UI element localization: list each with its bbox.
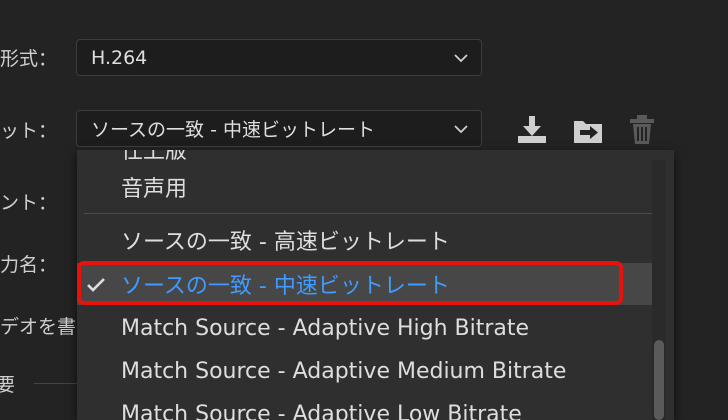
- summary-label: 要: [0, 370, 15, 397]
- dropdown-item[interactable]: Match Source - Adaptive Low Bitrate: [77, 393, 652, 420]
- dropdown-item[interactable]: Match Source - Adaptive High Bitrate: [77, 307, 652, 349]
- comment-label: ント：: [0, 188, 57, 215]
- format-select[interactable]: H.264: [76, 39, 482, 76]
- dropdown-item-label: Match Source - Adaptive Low Bitrate: [121, 402, 522, 420]
- dropdown-item-label: Match Source - Adaptive High Bitrate: [121, 316, 529, 341]
- dropdown-item-label: Match Source - Adaptive Medium Bitrate: [121, 359, 566, 384]
- delete-preset-icon[interactable]: [625, 112, 659, 146]
- preset-select[interactable]: ソースの一致 - 中速ビットレート: [76, 110, 482, 147]
- chevron-down-icon: [453, 123, 469, 135]
- dropdown-item-label: 仕上版: [121, 150, 187, 165]
- save-preset-icon[interactable]: [515, 112, 549, 146]
- dropdown-item[interactable]: Match Source - Adaptive Medium Bitrate: [77, 350, 652, 392]
- preset-label: ット：: [0, 116, 57, 143]
- format-label: 形式：: [0, 44, 57, 71]
- dropdown-item[interactable]: ソースの一致 - 高速ビットレート: [77, 219, 652, 261]
- dropdown-item-label: 音声用: [121, 171, 187, 203]
- chevron-down-icon: [453, 52, 469, 64]
- dropdown-item-label: ソースの一致 - 高速ビットレート: [121, 224, 450, 256]
- import-preset-icon[interactable]: [571, 112, 605, 146]
- annotation-highlight-box: [77, 261, 623, 305]
- format-select-value: H.264: [91, 47, 147, 69]
- dropdown-item[interactable]: 音声用: [77, 166, 652, 208]
- section-divider: [34, 383, 77, 384]
- output-name-label: 力名：: [0, 250, 57, 277]
- dropdown-separator: [84, 213, 652, 214]
- dropdown-scrollbar-thumb[interactable]: [654, 340, 664, 420]
- preset-select-value: ソースの一致 - 中速ビットレート: [91, 115, 375, 142]
